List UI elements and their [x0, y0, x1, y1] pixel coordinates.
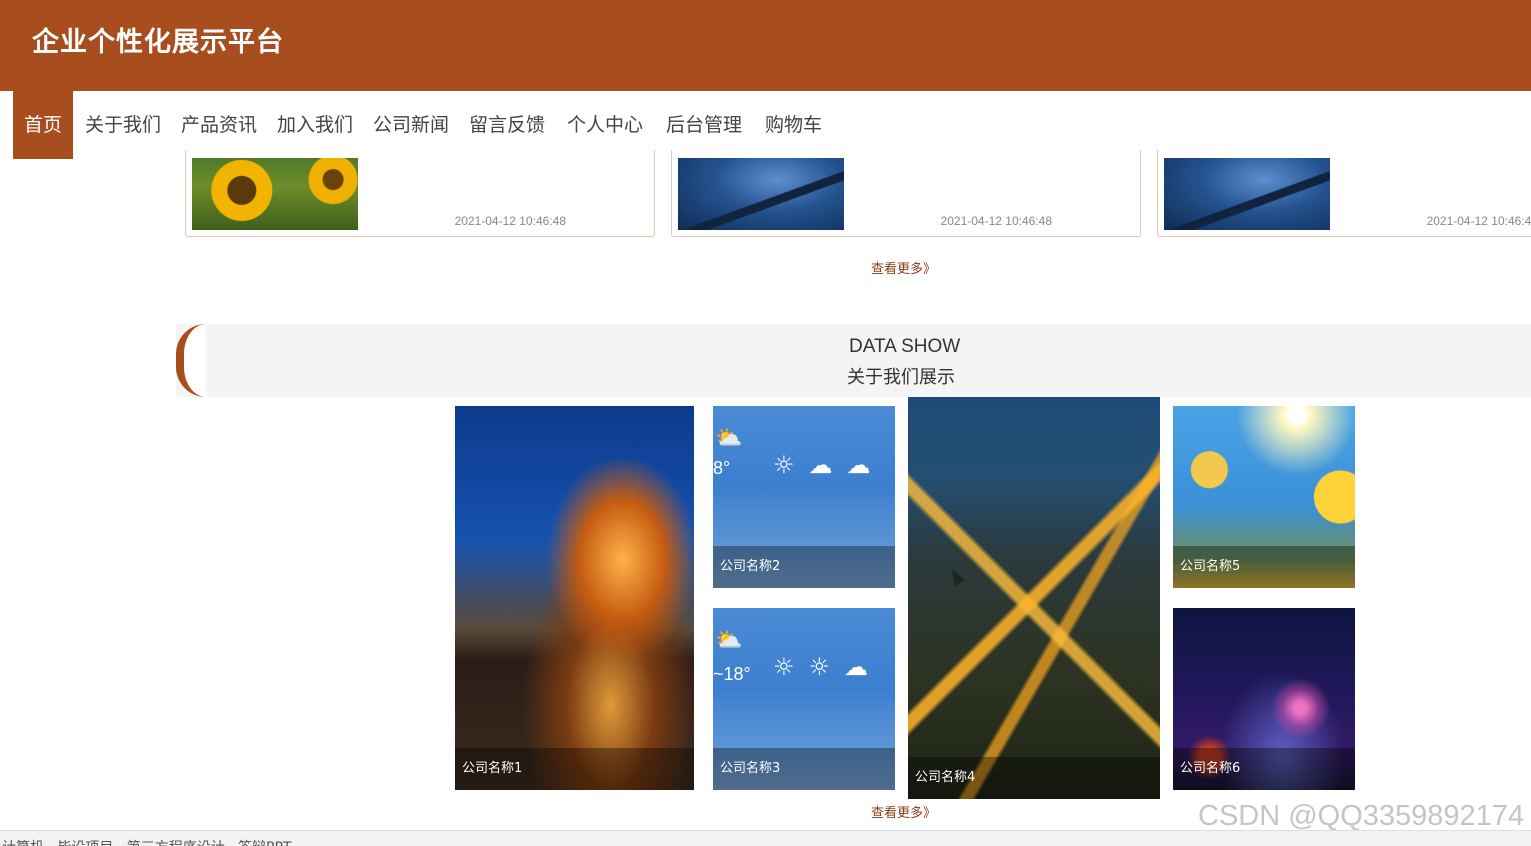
nav-item-products[interactable]: 产品资讯: [181, 91, 257, 159]
section-title-en: DATA SHOW: [849, 336, 961, 357]
nav-item-about[interactable]: 关于我们: [85, 91, 161, 159]
section-banner: DATA SHOW 关于我们展示: [176, 324, 1531, 397]
tile-label: 公司名称5: [1173, 546, 1355, 588]
news-card[interactable]: 2021-04-12 10:46:48: [1157, 150, 1531, 237]
sunflower-thumbnail: [192, 158, 358, 230]
weather-temp-icon: ~18°: [713, 664, 751, 684]
site-title: 企业个性化展示平台: [32, 27, 284, 58]
gallery-tile[interactable]: 公司名称4: [908, 397, 1160, 799]
view-more-link[interactable]: 查看更多》: [871, 258, 936, 277]
gallery-tile[interactable]: 公司名称6: [1173, 608, 1355, 790]
nav-item-cart[interactable]: 购物车: [765, 91, 822, 159]
news-time: 2021-04-12 10:46:48: [1426, 214, 1531, 228]
gallery-tile[interactable]: 公司名称1: [455, 406, 694, 790]
gallery-tile[interactable]: ⛅ 8° ☼☁☁ 公司名称2: [713, 406, 895, 588]
weather-icons: ☼☁☁: [773, 451, 885, 479]
nav-item-join[interactable]: 加入我们: [277, 91, 353, 159]
tile-label: 公司名称4: [908, 757, 1160, 799]
watermark: CSDN @QQ3359892174: [1198, 800, 1525, 832]
bottom-taskbar-strip: 计算机 · 毕设项目 · 第三方程序设计 · 答辩PPT: [0, 830, 1531, 846]
weather-icons: ☼☼☁: [773, 653, 883, 681]
main-nav: 首页 关于我们 产品资讯 加入我们 公司新闻 留言反馈 个人中心 后台管理 购物…: [0, 91, 1531, 159]
blue-thumbnail: [678, 158, 844, 230]
sun-cloud-icon: ⛅: [715, 628, 743, 653]
news-time: 2021-04-12 10:46:48: [454, 214, 566, 228]
nav-item-feedback[interactable]: 留言反馈: [469, 91, 545, 159]
news-time: 2021-04-12 10:46:48: [940, 214, 1052, 228]
tile-label: 公司名称3: [713, 748, 895, 790]
tile-label: 公司名称6: [1173, 748, 1355, 790]
section-title-cn: 关于我们展示: [847, 367, 955, 388]
view-more-link[interactable]: 查看更多》: [871, 802, 936, 821]
nav-item-home[interactable]: 首页: [13, 91, 74, 159]
weather-temp-icon: 8°: [713, 458, 731, 478]
blue-thumbnail: [1164, 158, 1330, 230]
banner-arc-decoration: [176, 324, 206, 397]
nav-item-profile[interactable]: 个人中心: [567, 91, 643, 159]
sun-cloud-icon: ⛅: [715, 426, 743, 451]
gallery-tile[interactable]: 公司名称5: [1173, 406, 1355, 588]
news-card[interactable]: 2021-04-12 10:46:48: [185, 150, 655, 237]
nav-item-news[interactable]: 公司新闻: [373, 91, 449, 159]
site-header: 企业个性化展示平台: [0, 0, 1531, 91]
gallery-tile[interactable]: ⛅ ~18° ☼☼☁ 公司名称3: [713, 608, 895, 790]
news-card[interactable]: 2021-04-12 10:46:48: [671, 150, 1141, 237]
nav-item-admin[interactable]: 后台管理: [666, 91, 742, 159]
tile-label: 公司名称2: [713, 546, 895, 588]
tile-label: 公司名称1: [455, 748, 694, 790]
